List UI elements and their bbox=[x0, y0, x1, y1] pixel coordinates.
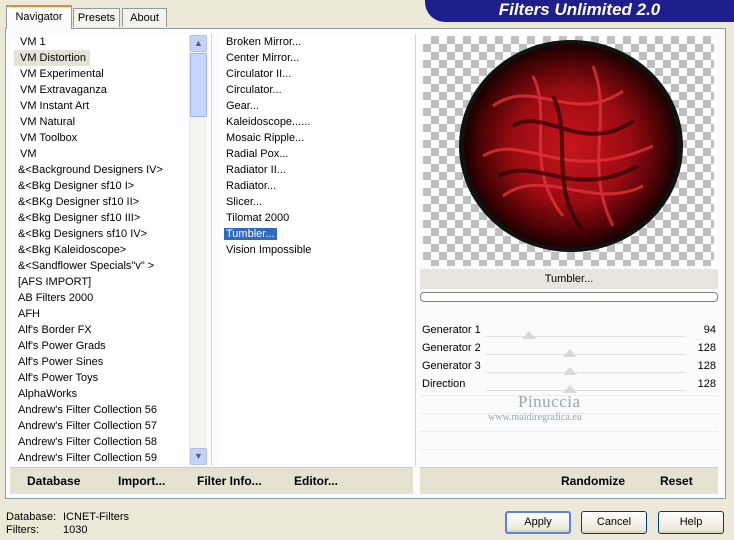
slider-generator-1[interactable]: Generator 1 94 bbox=[420, 323, 718, 340]
tab-presets[interactable]: Presets bbox=[73, 8, 120, 27]
list-item[interactable]: Alf's Power Grads bbox=[14, 338, 206, 354]
database-button[interactable]: Database bbox=[27, 474, 80, 488]
list-item[interactable]: Tilomat 2000 bbox=[220, 210, 413, 226]
slider-value: 94 bbox=[703, 324, 716, 336]
editor-button[interactable]: Editor... bbox=[294, 474, 338, 488]
slider-generator-3[interactable]: Generator 3 128 bbox=[420, 359, 718, 376]
cancel-button[interactable]: Cancel bbox=[581, 511, 647, 534]
list-item[interactable]: VM bbox=[14, 146, 206, 162]
selected-filter-label: Tumbler... bbox=[224, 228, 277, 240]
slider-track[interactable] bbox=[485, 354, 685, 355]
slider-label: Direction bbox=[422, 378, 466, 390]
slider-generator-2[interactable]: Generator 2 128 bbox=[420, 341, 718, 358]
list-item[interactable]: VM Instant Art bbox=[14, 98, 206, 114]
app-title: Filters Unlimited 2.0 bbox=[498, 0, 661, 19]
slider-label: Generator 1 bbox=[422, 324, 481, 336]
list-item[interactable]: VM Natural bbox=[14, 114, 206, 130]
tab-about[interactable]: About bbox=[122, 8, 167, 27]
slider-value: 128 bbox=[697, 342, 716, 354]
list-item[interactable]: &<Bkg Designer sf10 III> bbox=[14, 210, 206, 226]
preview-sphere bbox=[459, 40, 683, 252]
header-banner: Filters Unlimited 2.0 bbox=[425, 0, 734, 22]
list-item[interactable]: &<BKg Designer sf10 II> bbox=[14, 194, 206, 210]
scroll-thumb[interactable] bbox=[190, 53, 207, 117]
list-item[interactable]: Circulator II... bbox=[220, 66, 413, 82]
list-item[interactable]: Radiator... bbox=[220, 178, 413, 194]
list-item[interactable]: Alf's Border FX bbox=[14, 322, 206, 338]
list-item[interactable]: VM Toolbox bbox=[14, 130, 206, 146]
slider-label: Generator 3 bbox=[422, 360, 481, 372]
database-label: Database: bbox=[6, 511, 57, 523]
list-item-selected[interactable]: Tumbler... bbox=[220, 226, 413, 242]
list-item[interactable]: &<Bkg Kaleidoscope> bbox=[14, 242, 206, 258]
import-button[interactable]: Import... bbox=[118, 474, 165, 488]
list-item[interactable]: Circulator... bbox=[220, 82, 413, 98]
reset-button[interactable]: Reset bbox=[660, 474, 693, 488]
list-item[interactable]: VM Experimental bbox=[14, 66, 206, 82]
list-item[interactable]: Radial Pox... bbox=[220, 146, 413, 162]
watermark-name: Pinuccia bbox=[518, 392, 581, 411]
category-scrollbar[interactable]: ▲ ▼ bbox=[189, 35, 207, 465]
list-item[interactable]: AlphaWorks bbox=[14, 386, 206, 402]
list-item[interactable]: Gear... bbox=[220, 98, 413, 114]
slider-value: 128 bbox=[697, 360, 716, 372]
slider-thumb[interactable] bbox=[563, 367, 577, 375]
list-item[interactable]: &<Sandflower Specials"v" > bbox=[14, 258, 206, 274]
tab-navigator[interactable]: Navigator bbox=[6, 5, 72, 29]
divider bbox=[415, 34, 416, 466]
left-toolbar: Database Import... Filter Info... Editor… bbox=[10, 467, 413, 494]
randomize-button[interactable]: Randomize bbox=[561, 474, 625, 488]
help-button[interactable]: Help bbox=[658, 511, 724, 534]
list-item[interactable]: Vision Impossible bbox=[220, 242, 413, 258]
filters-count-value: 1030 bbox=[63, 524, 88, 536]
filter-name-display: Tumbler... bbox=[420, 269, 718, 289]
slider-track[interactable] bbox=[485, 390, 685, 391]
list-item[interactable]: &<Bkg Designers sf10 IV> bbox=[14, 226, 206, 242]
list-item[interactable]: Kaleidoscope...... bbox=[220, 114, 413, 130]
list-item[interactable]: Alf's Power Sines bbox=[14, 354, 206, 370]
filters-count-label: Filters: bbox=[6, 524, 39, 536]
slider-thumb[interactable] bbox=[522, 331, 536, 339]
list-item-selected[interactable]: VM Distortion bbox=[14, 50, 90, 66]
category-list[interactable]: VM 1 VM Distortion VM Experimental VM Ex… bbox=[14, 34, 206, 466]
list-item[interactable]: Broken Mirror... bbox=[220, 34, 413, 50]
empty-parameter-row bbox=[420, 449, 718, 466]
list-item[interactable]: Andrew's Filter Collection 57 bbox=[14, 418, 206, 434]
empty-parameter-row bbox=[420, 431, 718, 448]
list-item[interactable]: Alf's Power Toys bbox=[14, 370, 206, 386]
slider-value: 128 bbox=[697, 378, 716, 390]
list-item[interactable]: Mosaic Ripple... bbox=[220, 130, 413, 146]
divider bbox=[211, 34, 212, 466]
list-item[interactable]: AFH bbox=[14, 306, 206, 322]
apply-button[interactable]: Apply bbox=[505, 511, 571, 534]
list-item[interactable]: Slicer... bbox=[220, 194, 413, 210]
list-item[interactable]: Andrew's Filter Collection 56 bbox=[14, 402, 206, 418]
scroll-down-icon[interactable]: ▼ bbox=[190, 448, 207, 465]
list-item[interactable]: VM 1 bbox=[14, 34, 206, 50]
progress-bar bbox=[420, 292, 718, 302]
preview-image bbox=[423, 36, 714, 266]
list-item[interactable]: Andrew's Filter Collection 59 bbox=[14, 450, 206, 466]
list-item[interactable]: AB Filters 2000 bbox=[14, 290, 206, 306]
right-toolbar: Randomize Reset bbox=[420, 467, 718, 494]
list-item[interactable]: Andrew's Filter Collection 58 bbox=[14, 434, 206, 450]
scroll-up-icon[interactable]: ▲ bbox=[190, 35, 207, 52]
watermark-url: www.maidiregrafica.eu bbox=[488, 412, 582, 423]
filter-info-button[interactable]: Filter Info... bbox=[197, 474, 262, 488]
slider-track[interactable] bbox=[485, 336, 685, 337]
list-item[interactable]: [AFS IMPORT] bbox=[14, 274, 206, 290]
list-item[interactable]: &<Bkg Designer sf10 I> bbox=[14, 178, 206, 194]
slider-track[interactable] bbox=[485, 372, 685, 373]
slider-label: Generator 2 bbox=[422, 342, 481, 354]
list-item[interactable]: &<Background Designers IV> bbox=[14, 162, 206, 178]
list-item[interactable]: Center Mirror... bbox=[220, 50, 413, 66]
list-item[interactable]: Radiator II... bbox=[220, 162, 413, 178]
database-value: ICNET-Filters bbox=[63, 511, 129, 523]
slider-thumb[interactable] bbox=[563, 349, 577, 357]
filter-list[interactable]: Broken Mirror... Center Mirror... Circul… bbox=[220, 34, 413, 466]
list-item[interactable]: VM Extravaganza bbox=[14, 82, 206, 98]
